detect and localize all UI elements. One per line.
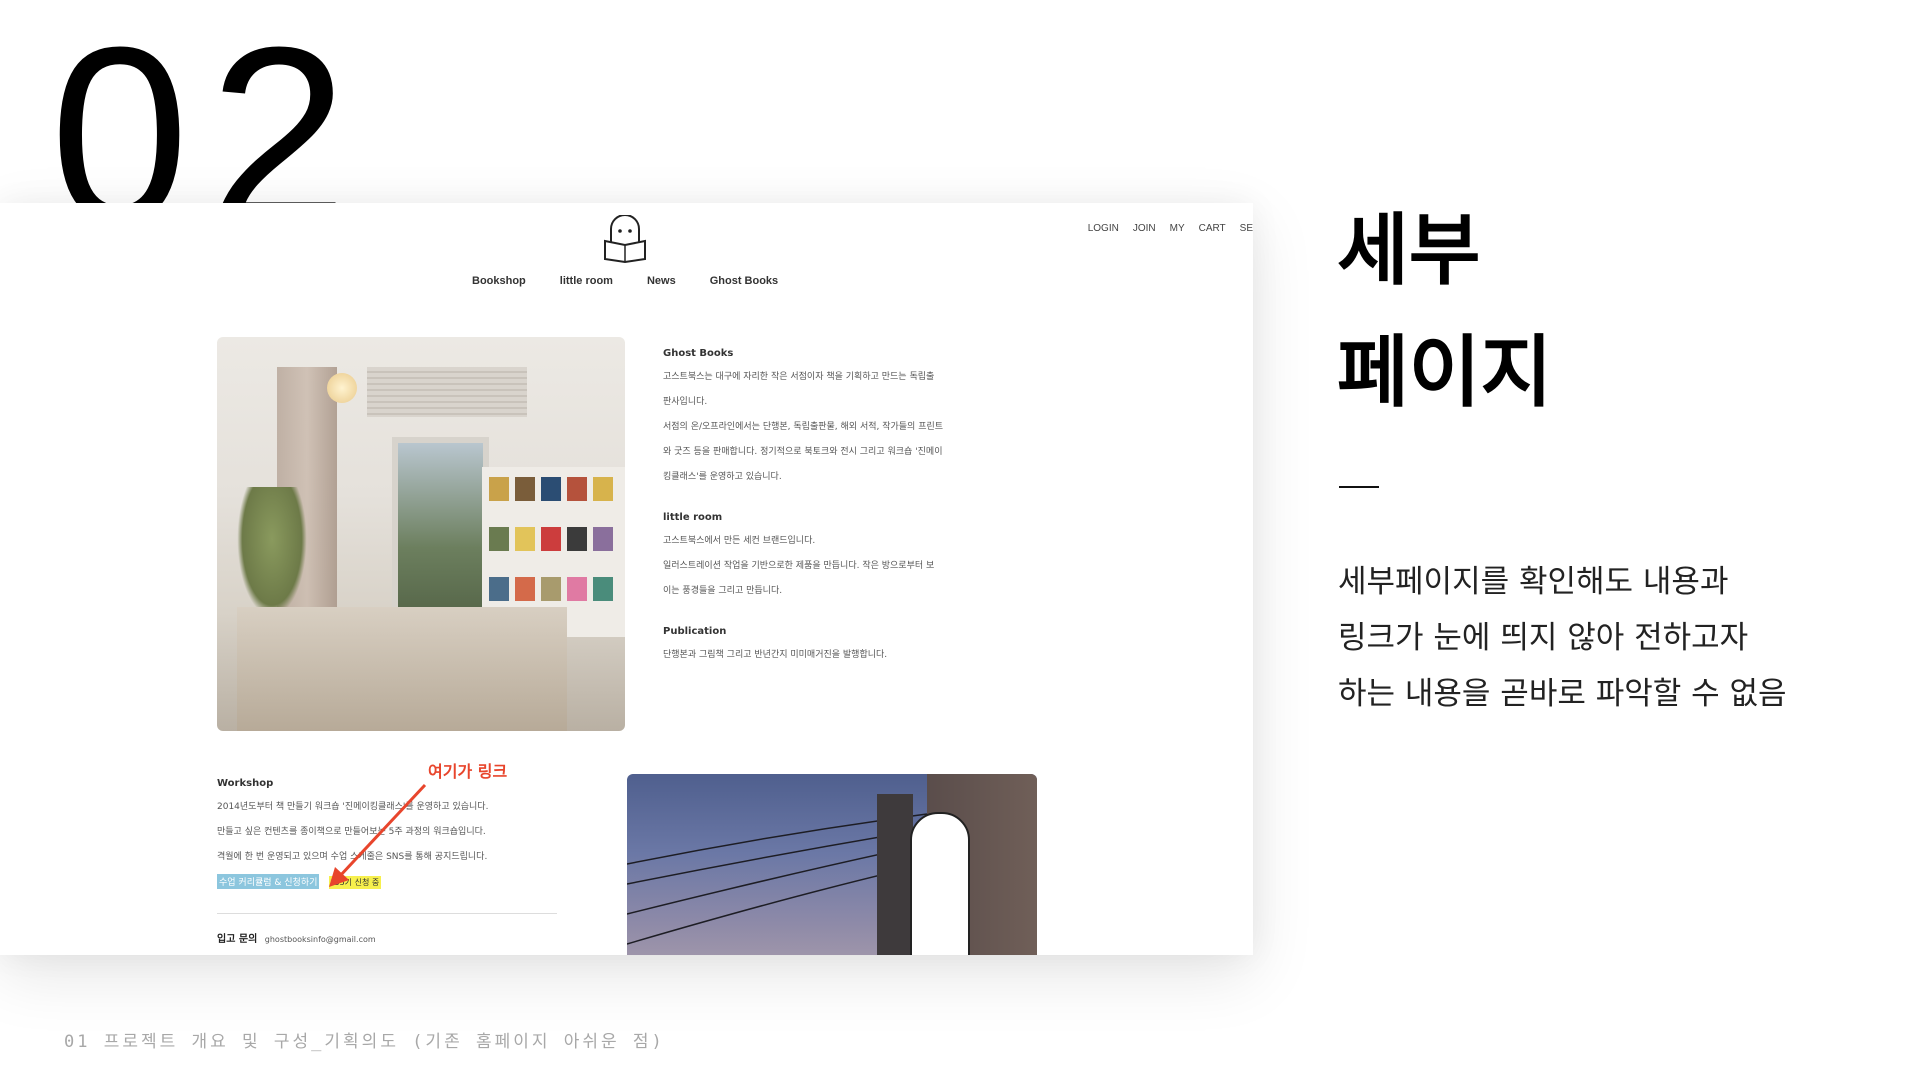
website-screenshot: LOGIN JOIN MY CART SE Bookshop little ro…	[0, 203, 1253, 955]
contact-email[interactable]: ghostbooksinfo@gmail.com	[265, 935, 376, 944]
top-links: LOGIN JOIN MY CART SE	[1088, 223, 1253, 234]
section-little-room: little room 고스트북스에서 만든 세컨 브랜드입니다. 일러스트레이…	[663, 512, 1023, 604]
info-column: Ghost Books 고스트북스는 대구에 자리한 작은 서점이자 책을 기획…	[663, 348, 1023, 690]
section-line: 단행본과 그림책 그리고 반년간지 미미매거진을 발행합니다.	[663, 650, 888, 660]
section-line: 일러스트레이션 작업을 기반으로한 제품을 만듭니다. 작은 방으로부터 보	[663, 561, 935, 571]
section-line: 서점의 온/오프라인에서는 단행본, 독립출판물, 해외 서적, 작가들의 프린…	[663, 422, 944, 432]
annotation-arrow-icon	[329, 783, 427, 887]
annotation-label: 여기가 링크	[428, 762, 508, 781]
login-link[interactable]: LOGIN	[1088, 223, 1119, 234]
workshop-apply-link[interactable]: 수업 커리큘럼 & 신청하기	[217, 874, 320, 889]
slide-description: 세부페이지를 확인해도 내용과 링크가 눈에 띄지 않아 전하고자 하는 내용을…	[1338, 554, 1858, 722]
slide-footer: 01 프로젝트 개요 및 구성_기획의도 (기존 홈페이지 아쉬운 점)	[64, 1032, 665, 1052]
section-line: 판사입니다.	[663, 397, 708, 407]
section-line: 이는 풍경들을 그리고 만듭니다.	[663, 586, 783, 596]
nav-news[interactable]: News	[647, 275, 676, 287]
section-line: 고스트북스는 대구에 자리한 작은 서점이자 책을 기획하고 만드는 독립출	[663, 372, 935, 382]
section-divider	[217, 913, 557, 914]
section-title: Publication	[663, 626, 727, 637]
section-line: 고스트북스에서 만든 세컨 브랜드입니다.	[663, 536, 816, 546]
description-line: 하는 내용을 곧바로 파악할 수 없음	[1338, 676, 1787, 712]
nav-bookshop[interactable]: Bookshop	[472, 275, 526, 287]
slide-heading: 세부 페이지	[1337, 206, 1553, 418]
heading-underline	[1339, 486, 1379, 488]
cart-link[interactable]: CART	[1199, 223, 1226, 234]
nav-ghost-books[interactable]: Ghost Books	[710, 275, 778, 287]
street-ghost-photo	[627, 774, 1037, 955]
section-line: 킹클래스'를 운영하고 있습니다.	[663, 472, 782, 482]
ghostbooks-logo-icon	[604, 215, 646, 263]
section-ghost-books: Ghost Books 고스트북스는 대구에 자리한 작은 서점이자 책을 기획…	[663, 348, 1023, 490]
section-publication: Publication 단행본과 그림책 그리고 반년간지 미미매거진을 발행합…	[663, 626, 1023, 668]
search-link[interactable]: SE	[1240, 223, 1253, 234]
join-link[interactable]: JOIN	[1133, 223, 1156, 234]
contact-label: 입고 문의	[217, 934, 258, 945]
contact-row: 입고 문의 ghostbooksinfo@gmail.com	[217, 930, 376, 945]
description-line: 세부페이지를 확인해도 내용과	[1338, 564, 1729, 600]
my-link[interactable]: MY	[1170, 223, 1185, 234]
section-title: little room	[663, 512, 723, 523]
section-line: 와 굿즈 등을 판매합니다. 정기적으로 북토크와 전시 그리고 워크숍 '진메…	[663, 447, 943, 457]
nav-little-room[interactable]: little room	[560, 275, 613, 287]
description-line: 링크가 눈에 띄지 않아 전하고자	[1338, 620, 1749, 656]
main-nav: Bookshop little room News Ghost Books	[472, 275, 778, 287]
section-title: Ghost Books	[663, 348, 734, 359]
bookstore-interior-photo	[217, 337, 625, 731]
